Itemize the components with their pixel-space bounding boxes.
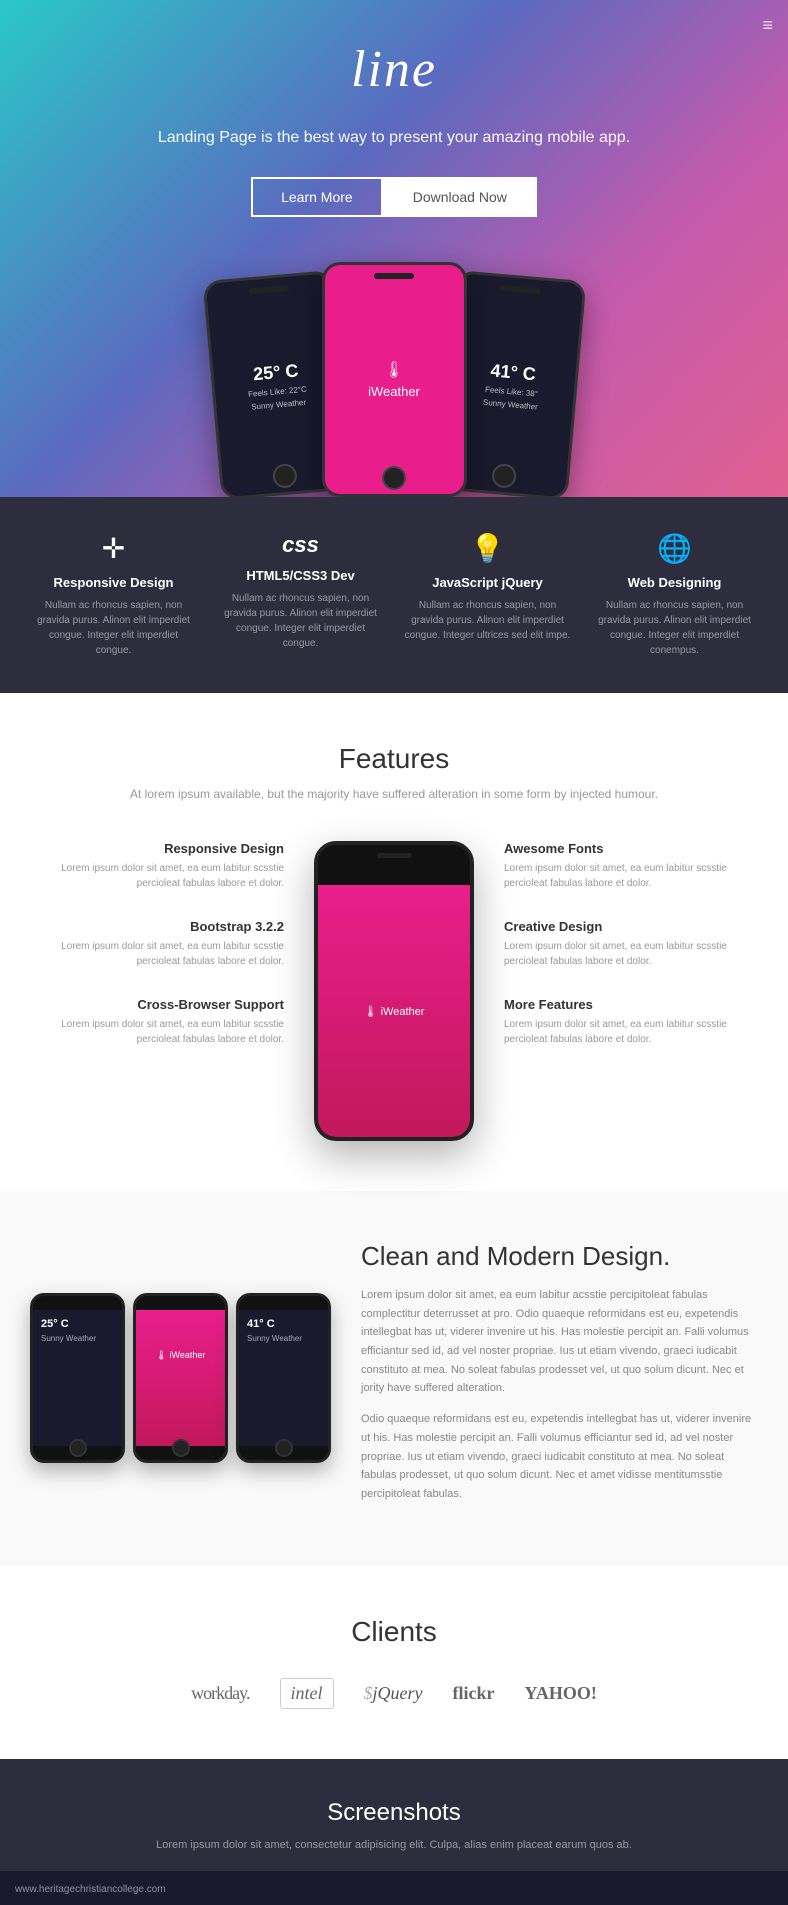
download-now-button[interactable]: Download Now <box>383 177 537 217</box>
feature-right-title-3: More Features <box>504 997 764 1012</box>
feature-left-desc-1: Lorem ipsum dolor sit amet, ea eum labit… <box>24 861 284 891</box>
feature-icon-item-1: ✛ Responsive Design Nullam ac rhoncus sa… <box>20 532 207 658</box>
weather-sub1-left: Feels Like: 22°C <box>247 384 306 398</box>
features-icons-section: ✛ Responsive Design Nullam ac rhoncus sa… <box>0 497 788 693</box>
feature-right-1: Awesome Fonts Lorem ipsum dolor sit amet… <box>504 841 764 891</box>
feature-left-title-1: Responsive Design <box>24 841 284 856</box>
weather-sub2-left: Sunny Weather <box>250 397 306 411</box>
feature-icon-title-1: Responsive Design <box>30 575 197 590</box>
feature-left-1: Responsive Design Lorem ipsum dolor sit … <box>24 841 284 891</box>
features-title: Features <box>20 743 768 775</box>
mini-phone-home-2 <box>172 1439 190 1457</box>
feature-left-2: Bootstrap 3.2.2 Lorem ipsum dolor sit am… <box>24 919 284 969</box>
phone-notch-center <box>374 273 414 279</box>
feature-left-desc-2: Lorem ipsum dolor sit amet, ea eum labit… <box>24 939 284 969</box>
phone-center: iWeather <box>322 262 467 497</box>
flickr-logo: flickr <box>452 1683 494 1704</box>
weather-temp-left: 25° C <box>252 360 299 385</box>
yahoo-logo: YAHOO! <box>524 1683 596 1704</box>
center-phone-screen: 🌡 iWeather <box>318 885 470 1137</box>
feature-icon-desc-2: Nullam ac rhoncus sapien, non gravida pu… <box>217 591 384 651</box>
feature-left-title-3: Cross-Browser Support <box>24 997 284 1012</box>
weather-temp-right: 41° C <box>489 360 536 385</box>
menu-icon[interactable]: ≡ <box>762 15 773 36</box>
intel-logo: intel <box>280 1678 334 1709</box>
hero-buttons: Learn More Download Now <box>20 177 768 217</box>
mini-phone-3: 41° C Sunny Weather <box>236 1293 331 1463</box>
bottom-bar-text: www.heritagechristiancollege.com <box>15 1884 166 1895</box>
jquery-logo: $jQuery <box>364 1683 423 1704</box>
screenshots-subtitle: Lorem ipsum dolor sit amet, consectetur … <box>20 1839 768 1851</box>
mini-phone-2: 🌡 iWeather <box>133 1293 228 1463</box>
learn-more-button[interactable]: Learn More <box>251 177 383 217</box>
modern-para-2: Odio quaeque reformidans est eu, expeten… <box>361 1410 758 1503</box>
jquery-prefix: $ <box>364 1683 373 1703</box>
feature-icon-desc-3: Nullam ac rhoncus sapien, non gravida pu… <box>404 598 571 643</box>
feature-icon-item-2: css HTML5/CSS3 Dev Nullam ac rhoncus sap… <box>207 532 394 651</box>
feature-right-2: Creative Design Lorem ipsum dolor sit am… <box>504 919 764 969</box>
mini-phone-home-3 <box>275 1439 293 1457</box>
feature-icon-title-3: JavaScript jQuery <box>404 575 571 590</box>
phone-home-center <box>382 466 406 490</box>
feature-icon-desc-4: Nullam ac rhoncus sapien, non gravida pu… <box>591 598 758 658</box>
center-phone-container: 🌡 iWeather <box>304 841 484 1141</box>
clients-section: Clients workday. intel $jQuery flickr YA… <box>0 1566 788 1759</box>
hero-title: line <box>20 40 768 99</box>
screenshots-section: Screenshots Lorem ipsum dolor sit amet, … <box>0 1759 788 1871</box>
center-phone: 🌡 iWeather <box>314 841 474 1141</box>
hero-subtitle: Landing Page is the best way to present … <box>20 129 768 147</box>
feature-icon-title-2: HTML5/CSS3 Dev <box>217 568 384 583</box>
hero-phones: 25° C Feels Like: 22°C Sunny Weather iWe… <box>20 257 768 497</box>
feature-right-desc-3: Lorem ipsum dolor sit amet, ea eum labit… <box>504 1017 764 1047</box>
modern-para-1: Lorem ipsum dolor sit amet, ea eum labit… <box>361 1286 758 1398</box>
center-iweather-label: iWeather <box>381 1006 425 1018</box>
mini-phone-screen-2: 🌡 iWeather <box>136 1310 225 1446</box>
features-section: Features At lorem ipsum available, but t… <box>0 693 788 1191</box>
feature-right-title-1: Awesome Fonts <box>504 841 764 856</box>
iweather-text: iWeather <box>368 384 420 399</box>
jquery-text: jQuery <box>373 1683 423 1703</box>
feature-right-title-2: Creative Design <box>504 919 764 934</box>
workday-logo: workday. <box>191 1683 249 1704</box>
feature-icon-item-4: 🌐 Web Designing Nullam ac rhoncus sapien… <box>581 532 768 658</box>
weather-sub1-right: Feels Like: 38° <box>484 384 538 398</box>
modern-section: 25° C Sunny Weather 🌡 iWeather 41° C Sun… <box>0 1191 788 1566</box>
weather-sub2-right: Sunny Weather <box>482 397 538 411</box>
clients-logos: workday. intel $jQuery flickr YAHOO! <box>20 1678 768 1709</box>
iweather-logo: iWeather <box>368 360 420 399</box>
feature-left-title-2: Bootstrap 3.2.2 <box>24 919 284 934</box>
clients-title: Clients <box>20 1616 768 1648</box>
modern-phones: 25° C Sunny Weather 🌡 iWeather 41° C Sun… <box>30 1293 331 1463</box>
features-left: Responsive Design Lorem ipsum dolor sit … <box>24 841 284 1075</box>
mini-phone-home-1 <box>69 1439 87 1457</box>
responsive-icon: ✛ <box>30 532 197 565</box>
feature-left-desc-3: Lorem ipsum dolor sit amet, ea eum labit… <box>24 1017 284 1047</box>
feature-icon-title-4: Web Designing <box>591 575 758 590</box>
features-subtitle: At lorem ipsum available, but the majori… <box>20 787 768 801</box>
mini-phone-screen-1: 25° C Sunny Weather <box>33 1310 122 1446</box>
feature-icon-desc-1: Nullam ac rhoncus sapien, non gravida pu… <box>30 598 197 658</box>
html5-icon: css <box>217 532 384 558</box>
feature-left-3: Cross-Browser Support Lorem ipsum dolor … <box>24 997 284 1047</box>
web-design-icon: 🌐 <box>591 532 758 565</box>
bottom-bar: www.heritagechristiancollege.com <box>0 1871 788 1905</box>
hero-section: ≡ line Landing Page is the best way to p… <box>0 0 788 497</box>
mini-phone-screen-3: 41° C Sunny Weather <box>239 1310 328 1446</box>
feature-right-3: More Features Lorem ipsum dolor sit amet… <box>504 997 764 1047</box>
modern-text: Clean and Modern Design. Lorem ipsum dol… <box>361 1241 758 1516</box>
features-grid: Responsive Design Lorem ipsum dolor sit … <box>24 841 764 1141</box>
modern-title: Clean and Modern Design. <box>361 1241 758 1272</box>
phone-screen-center: iWeather <box>325 265 464 494</box>
feature-icon-item-3: 💡 JavaScript jQuery Nullam ac rhoncus sa… <box>394 532 581 643</box>
feature-right-desc-1: Lorem ipsum dolor sit amet, ea eum labit… <box>504 861 764 891</box>
mini-phone-1: 25° C Sunny Weather <box>30 1293 125 1463</box>
features-right: Awesome Fonts Lorem ipsum dolor sit amet… <box>504 841 764 1075</box>
screenshots-title: Screenshots <box>20 1799 768 1827</box>
javascript-icon: 💡 <box>404 532 571 565</box>
feature-right-desc-2: Lorem ipsum dolor sit amet, ea eum labit… <box>504 939 764 969</box>
